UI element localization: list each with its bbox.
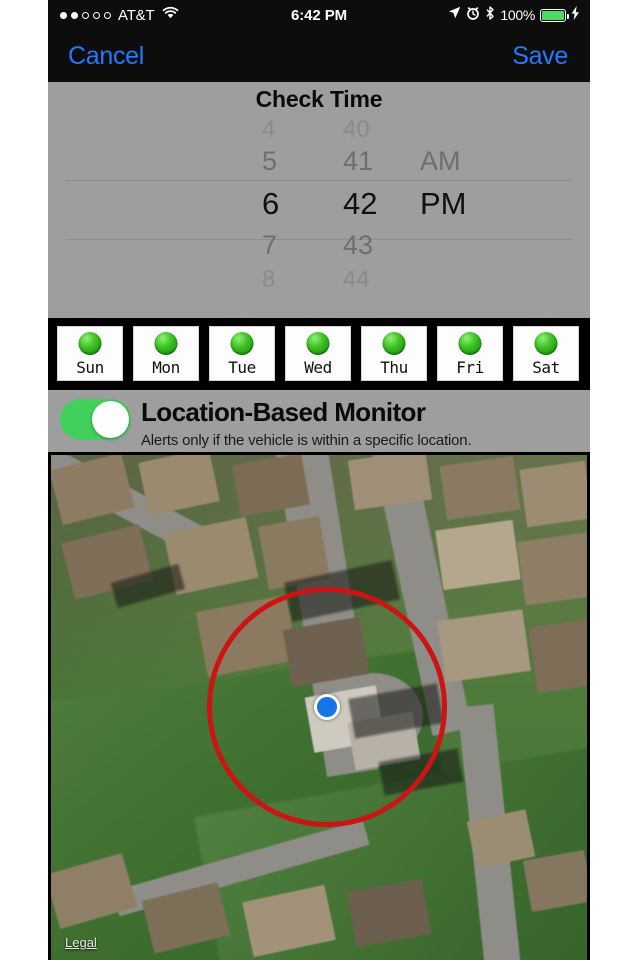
- location-monitor-title: Location-Based Monitor: [141, 397, 426, 427]
- navigation-bar: Cancel Save: [48, 30, 590, 82]
- minute-option[interactable]: 44: [343, 266, 413, 294]
- status-bar: AT&T 6:42 PM 100%: [48, 0, 590, 30]
- green-led-icon: [306, 332, 330, 355]
- green-led-icon: [382, 332, 406, 355]
- day-button-sat[interactable]: Sat: [513, 326, 579, 381]
- green-led-icon: [78, 332, 102, 355]
- meridiem-wheel[interactable]: AM PM: [420, 120, 510, 318]
- day-button-fri[interactable]: Fri: [437, 326, 503, 381]
- day-selector: Sun Mon Tue Wed Thu Fri Sat: [48, 318, 590, 390]
- minute-option[interactable]: 40: [343, 116, 413, 144]
- toggle-knob: [92, 401, 129, 438]
- hour-option[interactable]: 8: [262, 266, 322, 294]
- day-button-tue[interactable]: Tue: [209, 326, 275, 381]
- bluetooth-icon: [485, 5, 495, 25]
- minute-option[interactable]: 41: [343, 146, 413, 177]
- status-bar-right: 100%: [448, 0, 580, 30]
- cancel-button[interactable]: Cancel: [68, 30, 144, 82]
- alarm-clock-icon: [466, 6, 480, 25]
- day-label: Sun: [76, 358, 104, 377]
- minute-wheel[interactable]: 40 41 42 43 44: [343, 116, 413, 318]
- day-label: Mon: [152, 358, 180, 377]
- green-led-icon: [230, 332, 254, 355]
- hour-option[interactable]: 7: [262, 230, 322, 261]
- page-title: Check Time: [255, 86, 383, 112]
- save-button[interactable]: Save: [512, 30, 568, 82]
- legal-link[interactable]: Legal: [65, 935, 97, 950]
- green-led-icon: [458, 332, 482, 355]
- hour-option[interactable]: 4: [262, 116, 322, 144]
- check-time-picker[interactable]: Check Time 4 5 6 7 8 40 41 42 43 44 AM P…: [48, 82, 590, 318]
- minute-option[interactable]: 43: [343, 230, 413, 261]
- location-monitor-toggle[interactable]: [60, 399, 131, 440]
- green-led-icon: [154, 332, 178, 355]
- day-button-sun[interactable]: Sun: [57, 326, 123, 381]
- lightning-bolt-icon: [571, 5, 580, 25]
- meridiem-option[interactable]: AM: [420, 146, 510, 177]
- day-label: Thu: [380, 358, 408, 377]
- day-button-mon[interactable]: Mon: [133, 326, 199, 381]
- day-button-wed[interactable]: Wed: [285, 326, 351, 381]
- day-label: Tue: [228, 358, 256, 377]
- day-button-thu[interactable]: Thu: [361, 326, 427, 381]
- satellite-imagery[interactable]: Legal: [51, 455, 587, 960]
- battery-icon: [540, 8, 569, 22]
- picker-wheels[interactable]: 4 5 6 7 8 40 41 42 43 44 AM PM: [48, 116, 590, 318]
- meridiem-selected[interactable]: PM: [420, 186, 510, 222]
- green-led-icon: [534, 332, 558, 355]
- phone-screen: AT&T 6:42 PM 100% Cancel Save Check Time…: [48, 0, 590, 960]
- location-arrow-icon: [448, 6, 461, 24]
- minute-selected[interactable]: 42: [343, 186, 413, 222]
- day-label: Wed: [304, 358, 332, 377]
- day-label: Sat: [532, 358, 560, 377]
- hour-option[interactable]: 5: [262, 146, 322, 177]
- hour-selected[interactable]: 6: [262, 186, 322, 222]
- map-view[interactable]: Legal: [48, 452, 590, 960]
- location-monitor-subtitle: Alerts only if the vehicle is within a s…: [141, 432, 472, 449]
- day-label: Fri: [456, 358, 484, 377]
- location-monitor-row: Location-Based Monitor Alerts only if th…: [48, 390, 590, 452]
- hour-wheel[interactable]: 4 5 6 7 8: [262, 116, 322, 318]
- current-location-dot: [314, 694, 340, 720]
- battery-percent-label: 100%: [500, 7, 535, 23]
